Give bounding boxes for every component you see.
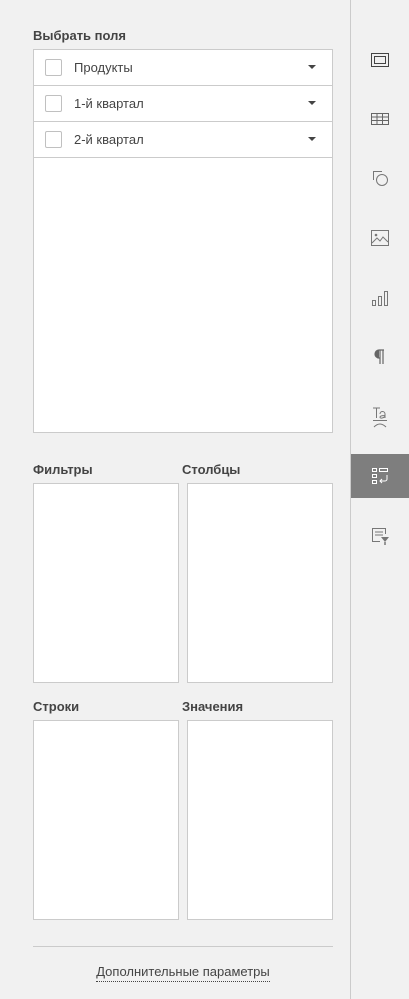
field-label-products: Продукты — [74, 60, 133, 75]
field-item-q2[interactable]: 2-й квартал — [34, 122, 332, 158]
chart-settings-icon — [372, 291, 388, 306]
field-checkbox-products[interactable] — [45, 59, 62, 76]
text-art-settings-button[interactable] — [351, 395, 409, 439]
field-checkbox-q1[interactable] — [45, 95, 62, 112]
pivot-table-settings-button[interactable] — [351, 454, 409, 498]
rows-title: Строки — [33, 699, 80, 714]
advanced-settings-link-wrap: Дополнительные параметры — [0, 964, 366, 982]
advanced-settings-link[interactable]: Дополнительные параметры — [96, 964, 270, 982]
filters-drop-area[interactable] — [33, 483, 179, 683]
pivot-table-settings-icon — [372, 468, 388, 484]
chevron-down-icon[interactable] — [308, 101, 316, 105]
columns-drop-area[interactable] — [187, 483, 333, 683]
filters-title: Фильтры — [33, 462, 93, 477]
chevron-down-icon[interactable] — [308, 65, 316, 69]
signature-settings-button[interactable] — [351, 514, 409, 558]
columns-title: Столбцы — [182, 462, 241, 477]
pivot-settings-panel: Выбрать поля Продукты 1-й квартал 2-й кв… — [0, 0, 350, 999]
chevron-down-icon[interactable] — [308, 137, 316, 141]
right-toolbar — [351, 0, 409, 999]
image-settings-icon — [371, 230, 389, 246]
image-settings-button[interactable] — [351, 216, 409, 260]
table-settings-button[interactable] — [351, 97, 409, 141]
field-item-q1[interactable]: 1-й квартал — [34, 86, 332, 122]
rows-drop-area[interactable] — [33, 720, 179, 920]
values-drop-area[interactable] — [187, 720, 333, 920]
field-label-q1: 1-й квартал — [74, 96, 144, 111]
text-art-settings-icon — [373, 407, 387, 428]
shape-settings-button[interactable] — [351, 156, 409, 200]
field-label-q2: 2-й квартал — [74, 132, 144, 147]
values-title: Значения — [182, 699, 244, 714]
field-list: Продукты 1-й квартал 2-й квартал — [33, 49, 333, 433]
shape-settings-icon — [373, 171, 388, 186]
bottom-divider — [33, 946, 333, 947]
paragraph-settings-icon — [374, 349, 384, 364]
field-item-products[interactable]: Продукты — [34, 50, 332, 86]
chart-settings-button[interactable] — [351, 276, 409, 320]
select-fields-title: Выбрать поля — [33, 28, 126, 43]
paragraph-settings-button[interactable] — [351, 335, 409, 379]
field-checkbox-q2[interactable] — [45, 131, 62, 148]
signature-settings-icon — [372, 528, 389, 545]
slide-settings-button[interactable] — [351, 38, 409, 82]
slide-settings-icon — [371, 53, 389, 67]
table-settings-icon — [371, 113, 389, 125]
